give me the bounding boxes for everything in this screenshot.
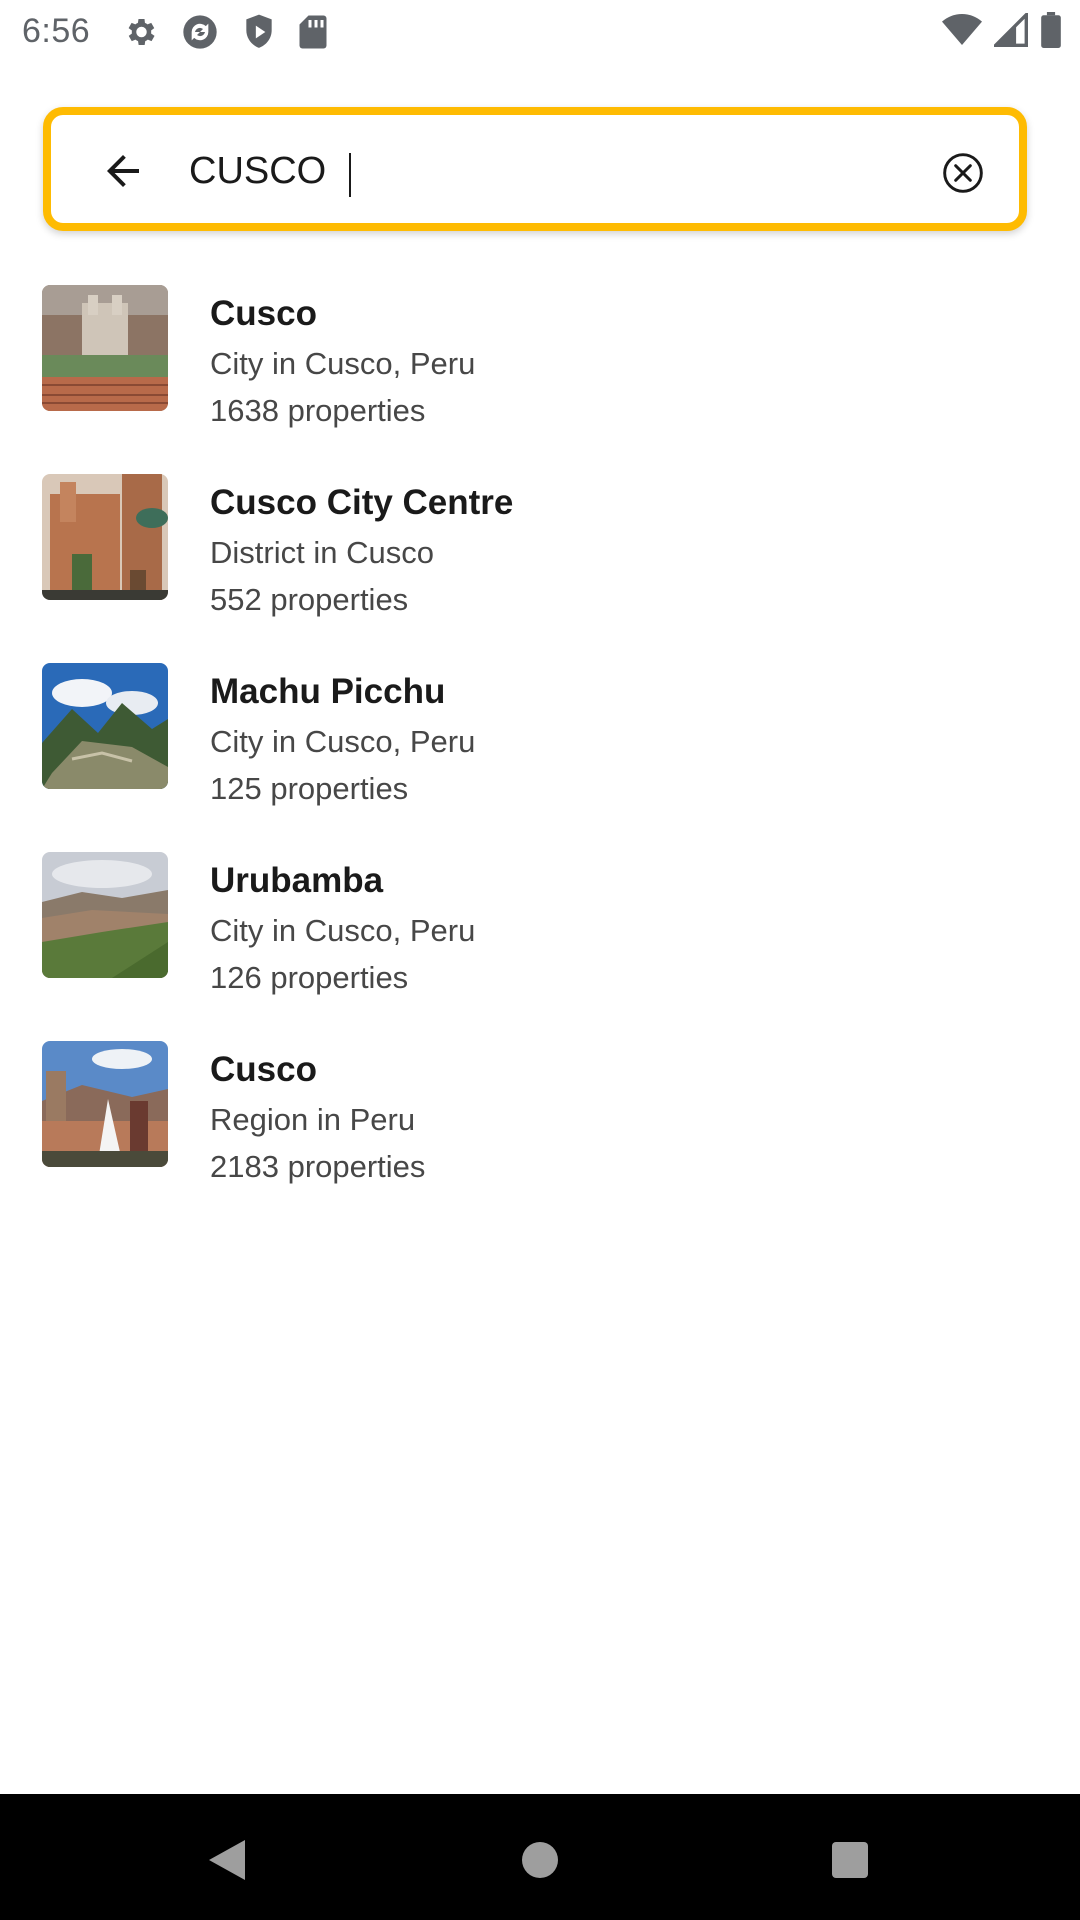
result-item[interactable]: Cusco Region in Peru 2183 properties <box>0 1026 1080 1215</box>
arrow-back-icon <box>99 147 147 200</box>
nav-back-button[interactable] <box>197 1832 257 1892</box>
search-box <box>43 107 1027 231</box>
nav-back-icon <box>205 1836 249 1889</box>
nav-recents-icon <box>830 1840 870 1885</box>
result-subtitle: City in Cusco, Peru <box>210 913 476 948</box>
result-subtitle: City in Cusco, Peru <box>210 724 476 759</box>
navigation-bar <box>0 1794 1080 1920</box>
result-subtitle: District in Cusco <box>210 535 434 570</box>
screen: 6:56 CUSCO Cusco City in Cusco, Peru 163… <box>0 0 1080 1920</box>
sync-icon <box>180 12 220 52</box>
text-caret <box>349 153 351 197</box>
nav-home-icon <box>520 1840 560 1885</box>
back-button[interactable] <box>95 145 151 201</box>
result-thumbnail <box>42 1041 168 1167</box>
result-property-count: 552 properties <box>210 582 409 617</box>
search-input[interactable] <box>189 141 809 201</box>
result-thumbnail <box>42 852 168 978</box>
result-item[interactable]: Urubamba City in Cusco, Peru 126 propert… <box>0 837 1080 1026</box>
result-title: Cusco City Centre <box>210 483 514 522</box>
shield-play-icon <box>242 13 276 51</box>
status-icons-right <box>942 10 1062 53</box>
result-subtitle: Region in Peru <box>210 1102 416 1137</box>
result-item[interactable]: Machu Picchu City in Cusco, Peru 125 pro… <box>0 648 1080 837</box>
result-property-count: 1638 properties <box>210 393 426 428</box>
result-title: Machu Picchu <box>210 672 446 711</box>
clear-circle-icon <box>941 151 985 200</box>
result-title: Cusco <box>210 1050 317 1089</box>
nav-recents-button[interactable] <box>820 1832 880 1892</box>
status-time: 6:56 <box>22 12 91 50</box>
result-thumbnail <box>42 285 168 411</box>
status-icons-left <box>122 12 328 52</box>
sd-card-icon <box>298 14 328 50</box>
result-subtitle: City in Cusco, Peru <box>210 346 476 381</box>
signal-icon <box>991 10 1028 52</box>
results-list: Cusco City in Cusco, Peru 1638 propertie… <box>0 270 1080 1215</box>
nav-home-button[interactable] <box>510 1832 570 1892</box>
clear-search-button[interactable] <box>941 151 985 200</box>
result-property-count: 126 properties <box>210 960 409 995</box>
status-bar: 6:56 <box>0 0 1080 62</box>
battery-icon <box>1040 12 1062 53</box>
result-item[interactable]: Cusco City Centre District in Cusco 552 … <box>0 459 1080 648</box>
result-title: Cusco <box>210 294 317 333</box>
result-item[interactable]: Cusco City in Cusco, Peru 1638 propertie… <box>0 270 1080 459</box>
result-property-count: 125 properties <box>210 771 409 806</box>
result-property-count: 2183 properties <box>210 1149 426 1184</box>
wifi-icon <box>942 13 982 52</box>
result-thumbnail <box>42 663 168 789</box>
result-title: Urubamba <box>210 861 384 900</box>
result-thumbnail <box>42 474 168 600</box>
settings-icon <box>122 14 158 50</box>
